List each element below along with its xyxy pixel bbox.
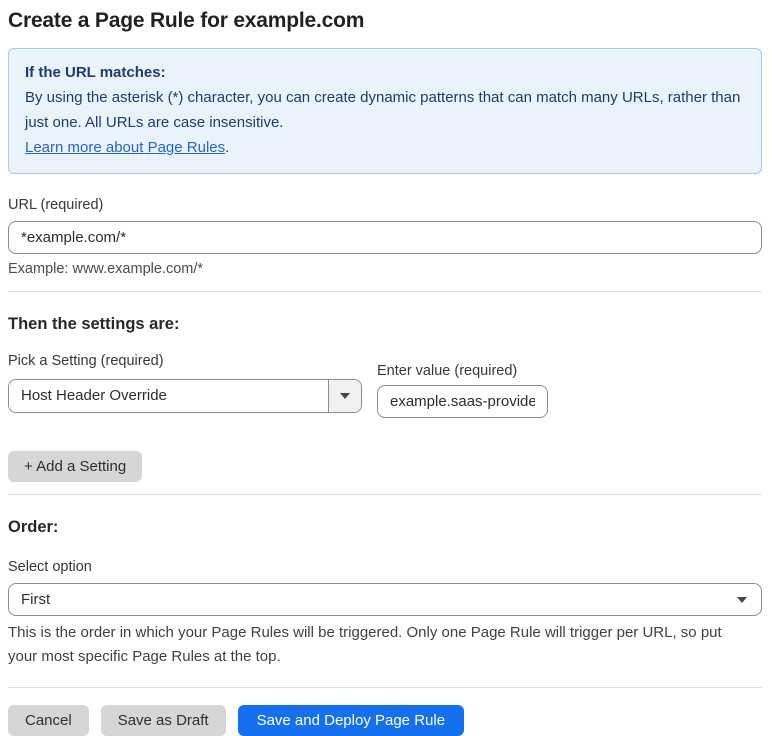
pick-setting-column: Pick a Setting (required) Host Header Ov… — [8, 353, 362, 413]
order-select-label: Select option — [8, 559, 92, 575]
divider — [8, 291, 762, 292]
url-input[interactable] — [8, 221, 762, 254]
url-match-info-box: If the URL matches: By using the asteris… — [8, 48, 762, 174]
enter-value-label: Enter value (required) — [377, 363, 518, 379]
order-selected-value: First — [21, 591, 51, 608]
divider — [8, 494, 762, 495]
order-section-heading: Order: — [8, 518, 59, 536]
page-title: Create a Page Rule for example.com — [8, 9, 365, 32]
settings-row: Pick a Setting (required) Host Header Ov… — [8, 353, 762, 418]
page-rule-form: Create a Page Rule for example.com If th… — [0, 9, 772, 736]
learn-more-link[interactable]: Learn more about Page Rules — [25, 139, 225, 156]
link-period: . — [225, 139, 230, 156]
url-example-text: Example: www.example.com/* — [8, 261, 204, 277]
pick-setting-label: Pick a Setting (required) — [8, 353, 164, 369]
pick-setting-dropdown[interactable]: Host Header Override — [8, 379, 362, 413]
cancel-button[interactable]: Cancel — [8, 705, 89, 736]
settings-section-heading: Then the settings are: — [8, 315, 180, 333]
order-select-dropdown[interactable]: First — [8, 583, 762, 616]
divider — [8, 687, 762, 688]
add-setting-button[interactable]: + Add a Setting — [8, 451, 143, 482]
footer-actions: Cancel Save as Draft Save and Deploy Pag… — [8, 705, 762, 736]
dropdown-arrow-button[interactable] — [328, 380, 361, 412]
info-box-heading: If the URL matches: — [25, 64, 166, 81]
save-and-deploy-button[interactable]: Save and Deploy Page Rule — [237, 705, 465, 736]
pick-setting-selected-value: Host Header Override — [21, 387, 167, 404]
info-box-link-line: Learn more about Page Rules. — [25, 135, 745, 160]
caret-down-icon — [737, 597, 747, 603]
order-description-text: This is the order in which your Page Rul… — [8, 624, 722, 665]
save-as-draft-button[interactable]: Save as Draft — [100, 705, 226, 736]
info-box-body: By using the asterisk (*) character, you… — [25, 89, 741, 131]
enter-value-column: Enter value (required) — [377, 363, 548, 418]
caret-down-icon — [340, 393, 350, 399]
url-label: URL (required) — [8, 197, 104, 213]
setting-value-input[interactable] — [377, 385, 548, 418]
